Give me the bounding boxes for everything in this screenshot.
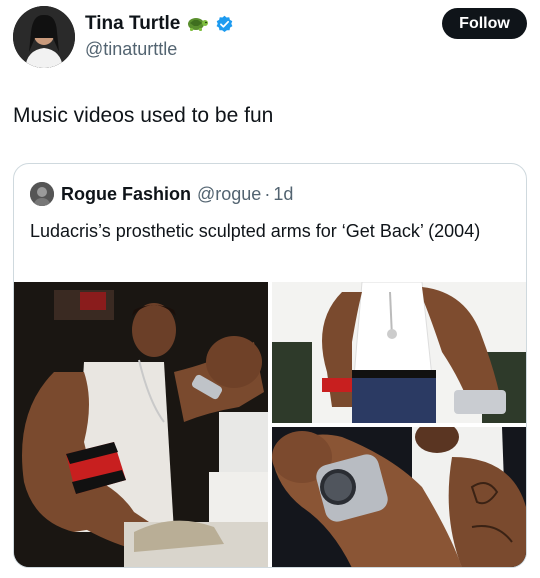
- verified-badge-icon: [215, 15, 234, 34]
- turtle-icon: [185, 14, 209, 34]
- author-handle[interactable]: @tinaturttle: [85, 39, 177, 60]
- author-avatar[interactable]: [13, 6, 75, 68]
- follow-button[interactable]: Follow: [442, 8, 527, 39]
- photo-punching-block[interactable]: [14, 282, 268, 567]
- photo-arm-watch[interactable]: [272, 282, 526, 423]
- quoted-timestamp[interactable]: 1d: [273, 184, 293, 205]
- quoted-author-display-name[interactable]: Rogue Fashion: [61, 184, 191, 205]
- quoted-tweet-card[interactable]: Rogue Fashion @rogue · 1d Ludacris’s pro…: [13, 163, 527, 568]
- photo-watch-closeup[interactable]: [272, 427, 526, 567]
- tweet-header: Tina Turtle @tinaturttle Follow: [13, 6, 527, 70]
- tweet-text: Music videos used to be fun: [13, 104, 274, 127]
- author-name-row: Tina Turtle: [85, 13, 234, 35]
- dot-separator: ·: [264, 183, 271, 204]
- media-grid: [14, 282, 526, 567]
- quoted-tweet-text: Ludacris’s prosthetic sculpted arms for …: [30, 221, 481, 241]
- quoted-tweet-header: Rogue Fashion @rogue · 1d: [30, 182, 293, 206]
- quoted-author-avatar[interactable]: [30, 182, 54, 206]
- quoted-author-handle[interactable]: @rogue: [197, 184, 261, 205]
- author-display-name[interactable]: Tina Turtle: [85, 13, 180, 35]
